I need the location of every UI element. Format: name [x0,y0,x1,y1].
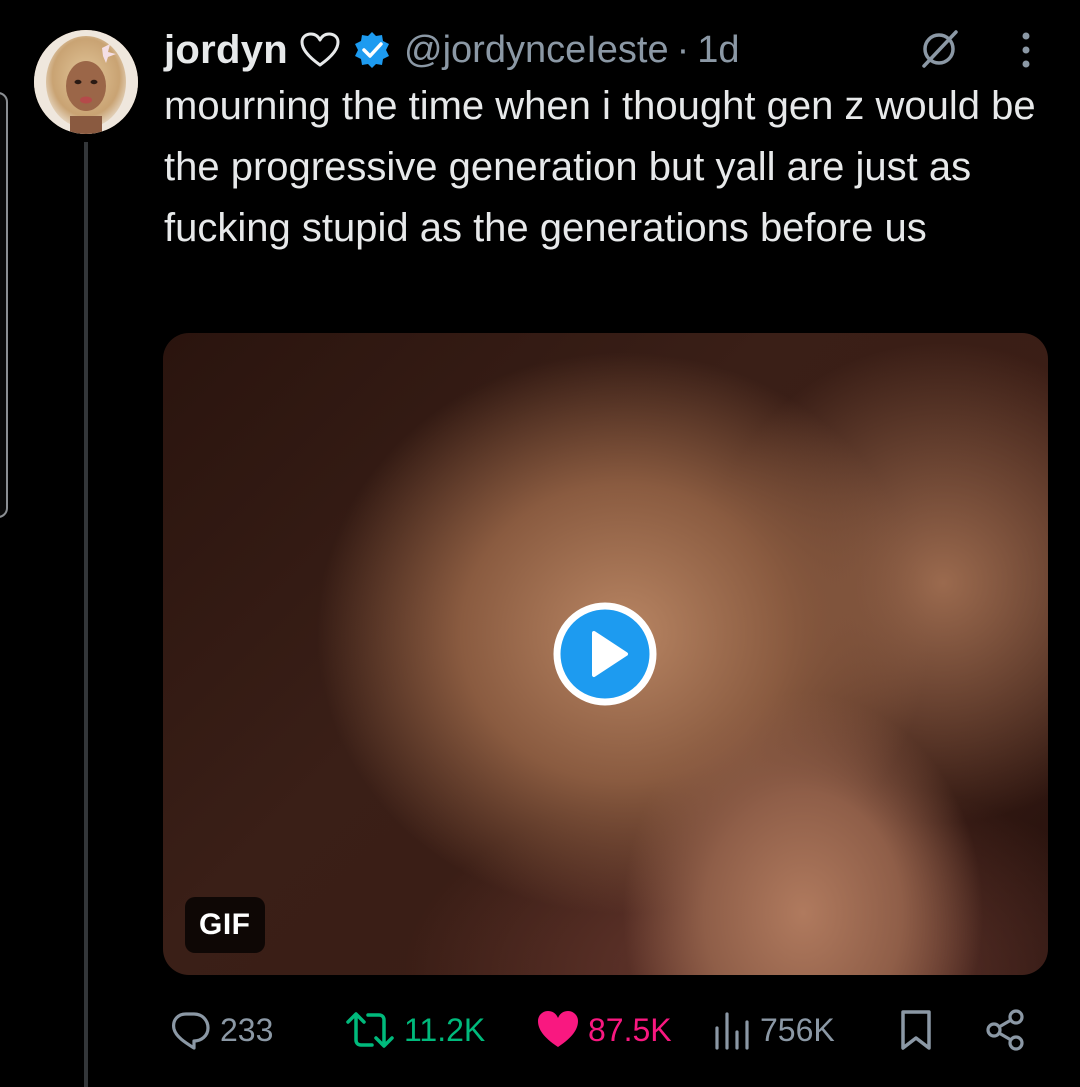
tweet-page: jordyn @jordynceIeste · 1d mourning the … [0,0,1080,1087]
bookmark-button[interactable] [898,1004,934,1056]
repost-button[interactable]: 11.2K [344,1004,485,1056]
thread-line [84,142,88,1087]
tweet-text: mourning the time when i thought gen z w… [164,84,1036,250]
views-chart-icon [715,1012,749,1050]
play-icon[interactable] [553,602,657,706]
tweet-time[interactable]: 1d [697,29,739,72]
heart-outline-icon [300,32,340,68]
reply-count: 233 [220,1011,274,1048]
avatar[interactable] [34,30,138,134]
user-handle[interactable]: @jordynceIeste [404,29,669,72]
heart-filled-icon [538,1011,578,1047]
more-options-icon[interactable] [1008,28,1044,72]
verified-badge-icon[interactable] [352,30,392,70]
share-icon [986,1009,1024,1051]
reply-icon [172,1012,210,1050]
avatar-photo [34,30,138,134]
like-count: 87.5K [588,1011,672,1048]
bookmark-icon [901,1010,931,1050]
action-bar: 233 11.2K 87.5K 756K [164,1004,1048,1056]
scroll-indicator[interactable] [0,92,8,518]
repost-count: 11.2K [404,1011,486,1048]
header-separator: · [676,28,690,71]
gif-badge: GIF [185,897,265,953]
reply-button[interactable]: 233 [168,1004,273,1056]
share-button[interactable] [984,1004,1028,1056]
like-button[interactable]: 87.5K [536,1004,672,1056]
display-name[interactable]: jordyn [164,28,288,73]
gif-media[interactable]: GIF [163,333,1048,975]
repost-icon [346,1012,394,1048]
views-button[interactable]: 756K [712,1004,835,1056]
tweet-header: jordyn @jordynceIeste · 1d [164,22,740,78]
view-count: 756K [760,1011,835,1048]
grok-icon[interactable] [916,26,962,72]
